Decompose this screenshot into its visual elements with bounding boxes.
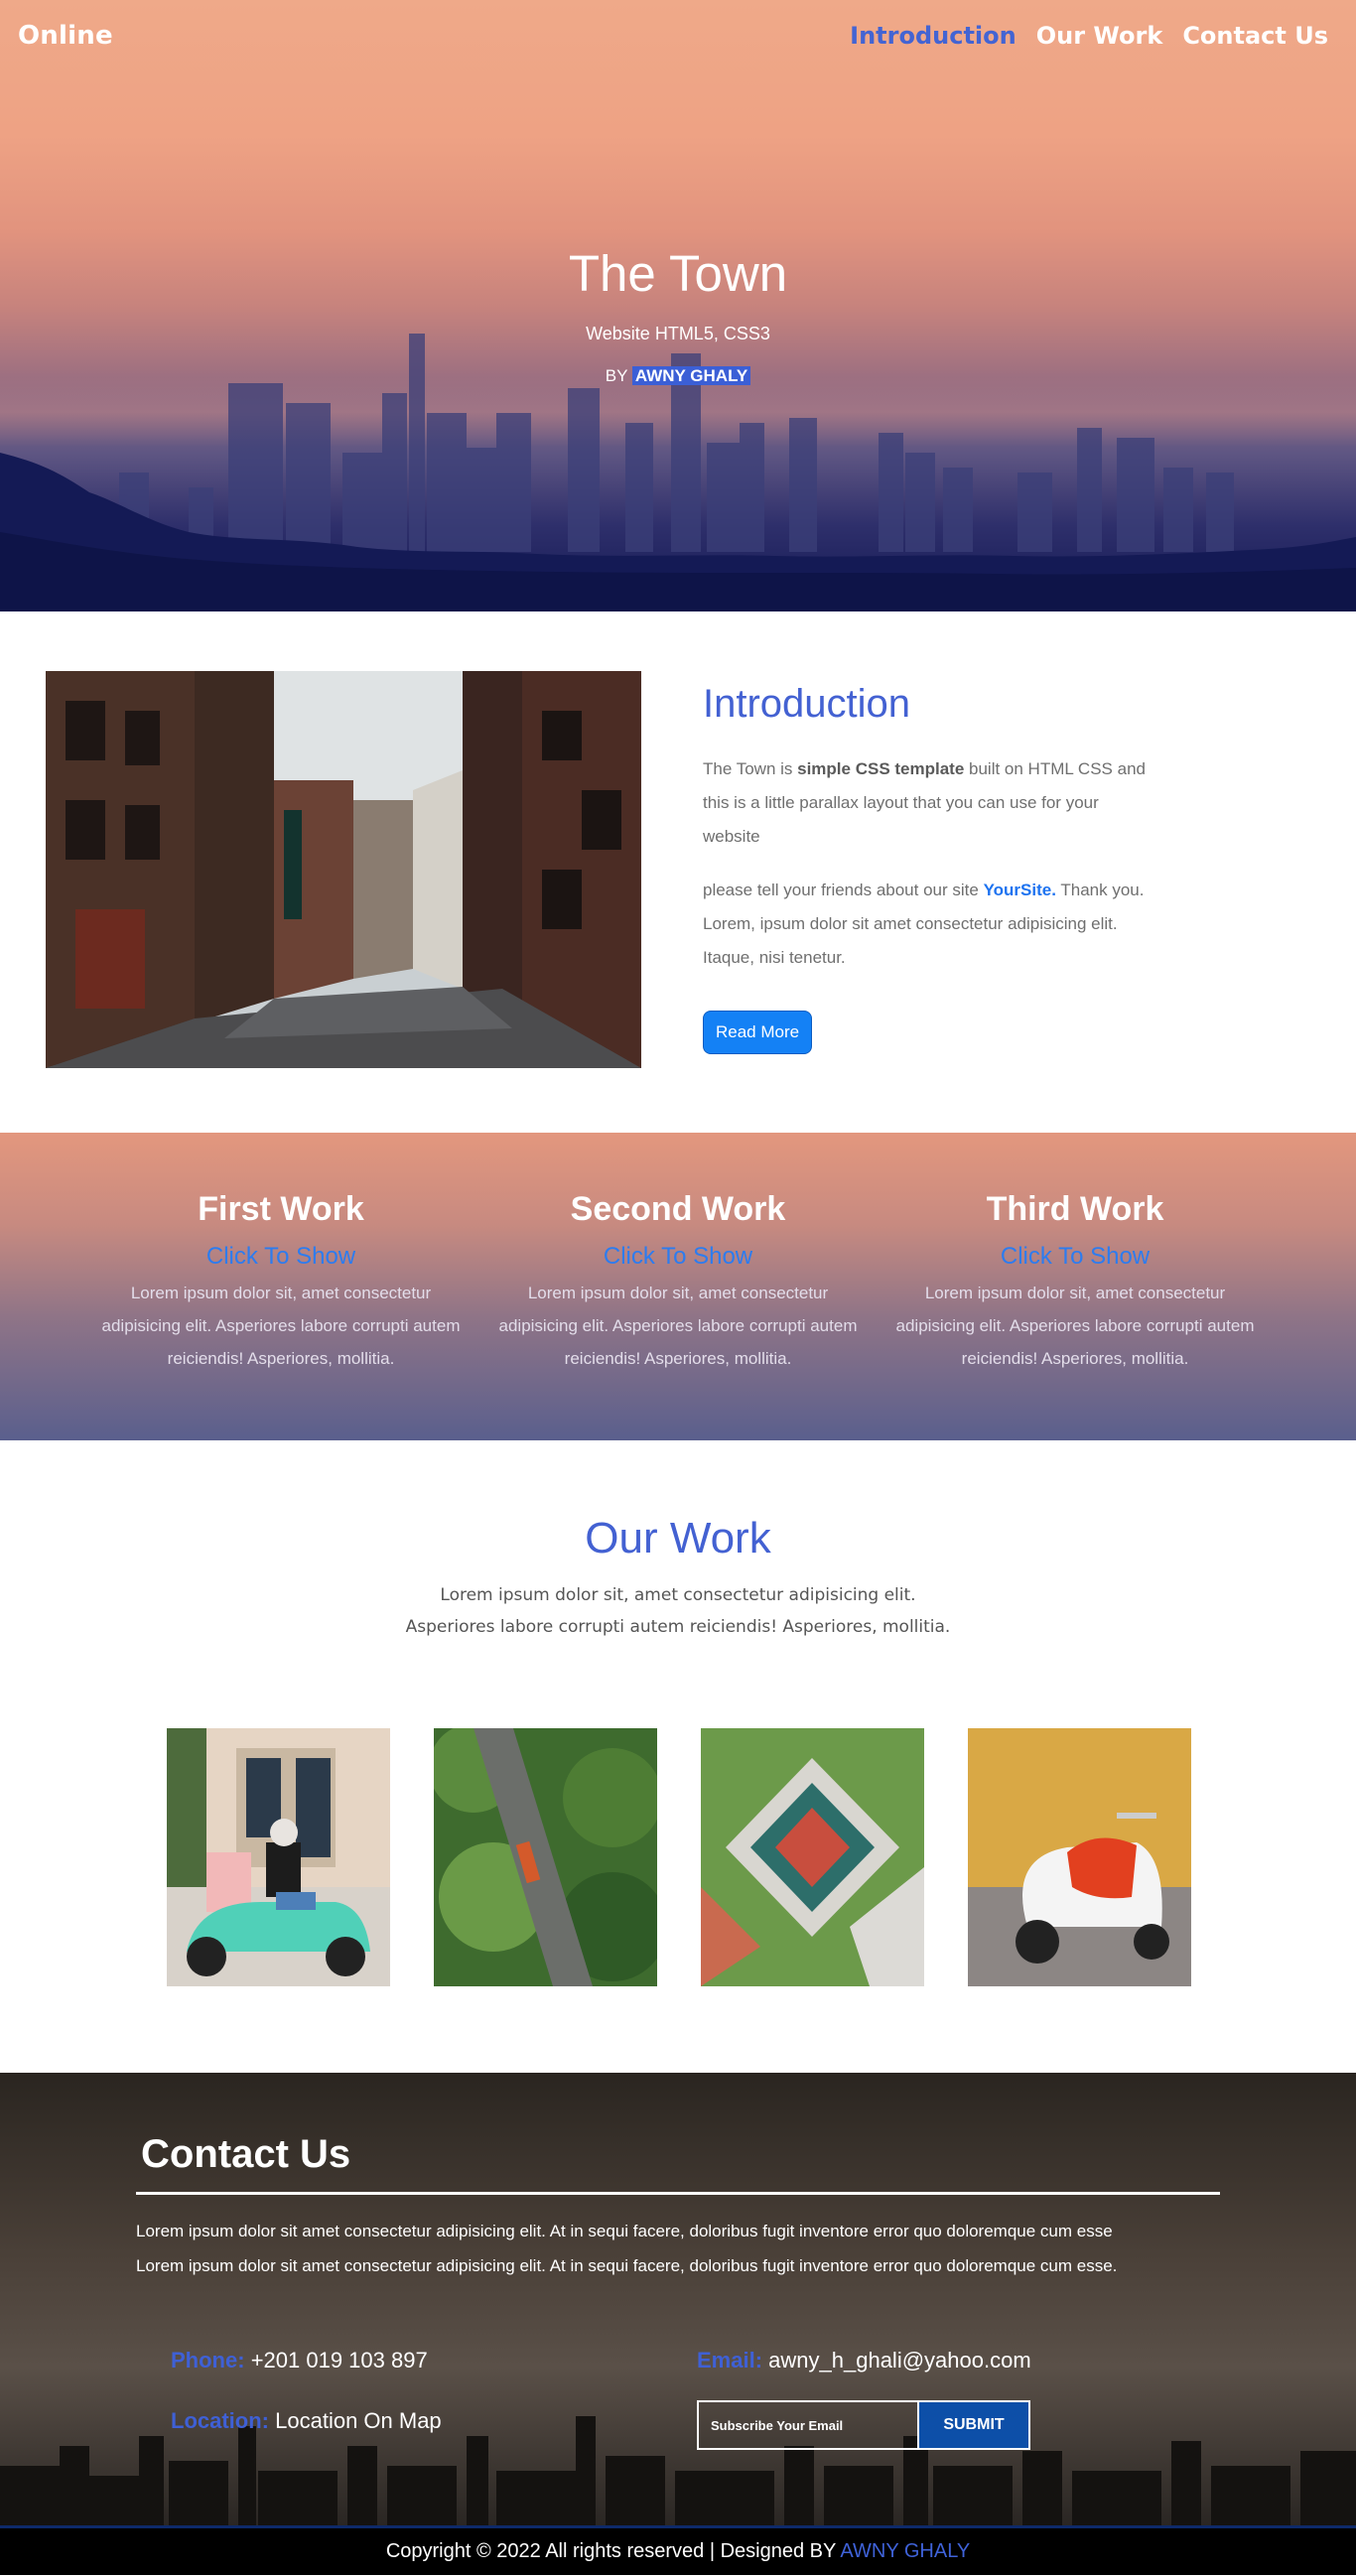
work-title: First Work [198,1190,364,1228]
intro-p1-text: The Town is [703,759,798,778]
work-card-second: Second Work Click To Show Lorem ipsum do… [479,1133,877,1440]
introduction-text: Introduction The Town is simple CSS temp… [703,679,1159,1054]
intro-paragraph-2: please tell your friends about our site … [703,874,1159,975]
hero-byline: BY AWNY GHALY [0,366,1356,386]
author-name-highlight: AWNY GHALY [631,366,751,385]
works-band: First Work Click To Show Lorem ipsum dol… [0,1133,1356,1440]
work-description: Lorem ipsum dolor sit, amet consectetur … [498,1284,858,1368]
our-work-lead: Lorem ipsum dolor sit, amet consectetur … [0,1579,1356,1643]
contact-text: Lorem ipsum dolor sit amet consectetur a… [136,2214,1238,2283]
our-work-heading: Our Work [585,1514,771,1562]
introduction-section: Introduction The Town is simple CSS temp… [0,611,1356,1133]
contact-divider [136,2192,1220,2195]
introduction-heading: Introduction [703,682,911,726]
copyright-text: Copyright © 2022 All rights reserved | D… [385,2540,841,2562]
email-value[interactable]: awny_h_ghali@yahoo.com [768,2348,1031,2373]
phone-label: Phone: [171,2348,245,2373]
hero-text-block: The Town Website HTML5, CSS3 BY AWNY GHA… [0,244,1356,386]
nav-link-introduction[interactable]: Introduction [850,22,1017,50]
click-to-show-link[interactable]: Click To Show [604,1243,752,1271]
location-link[interactable]: Location On Map [275,2408,442,2433]
submit-button[interactable]: SUBMIT [919,2402,1028,2448]
work-title: Third Work [986,1190,1164,1228]
nav-menu: Introduction Our Work Contact Us [850,22,1328,50]
work-gallery [167,1728,1191,1986]
site-logo[interactable]: Online [18,21,113,51]
street-photo [46,671,641,1068]
yoursite-link[interactable]: YourSite. [984,881,1056,899]
hero-section: Online Introduction Our Work Contact Us … [0,0,1356,611]
work-description: Lorem ipsum dolor sit, amet consectetur … [895,1284,1255,1368]
page-footer: Copyright © 2022 All rights reserved | D… [0,2525,1356,2575]
hero-title: The Town [568,245,788,302]
gallery-image-aerial-building[interactable] [701,1728,924,1986]
work-card-first: First Work Click To Show Lorem ipsum dol… [82,1133,479,1440]
street-image [46,671,641,1068]
phone-info: Phone: +201 019 103 897 [171,2348,428,2373]
intro-p2-text: please tell your friends about our site [703,881,984,899]
gallery-image-forest-road[interactable] [434,1728,657,1986]
click-to-show-link[interactable]: Click To Show [1001,1243,1150,1271]
click-to-show-link[interactable]: Click To Show [206,1243,355,1271]
contact-line-1: Lorem ipsum dolor sit amet consectetur a… [136,2222,1113,2240]
contact-section: Contact Us Lorem ipsum dolor sit amet co… [0,2073,1356,2525]
email-info: Email: awny_h_ghali@yahoo.com [697,2348,1031,2373]
phone-value[interactable]: +201 019 103 897 [251,2348,428,2373]
subscribe-form: SUBMIT [697,2400,1030,2450]
work-description: Lorem ipsum dolor sit, amet consectetur … [101,1284,461,1368]
location-label: Location: [171,2408,269,2433]
designer-link[interactable]: AWNY GHALY [840,2540,970,2562]
top-navbar: Online Introduction Our Work Contact Us [0,0,1356,71]
intro-p1-bold: simple CSS template [797,759,965,778]
work-title: Second Work [570,1190,786,1228]
email-label: Email: [697,2348,763,2373]
subscribe-email-input[interactable] [699,2402,919,2448]
contact-line-2: Lorem ipsum dolor sit amet consectetur a… [136,2256,1118,2275]
contact-heading: Contact Us [141,2132,351,2176]
gallery-image-vespa[interactable] [968,1728,1191,1986]
read-more-button[interactable]: Read More [703,1011,813,1054]
our-work-section: Our Work Lorem ipsum dolor sit, amet con… [0,1440,1356,2073]
dark-skyline-background [0,2416,1356,2525]
byline-prefix: BY [605,366,628,385]
our-work-line-1: Lorem ipsum dolor sit, amet consectetur … [440,1585,916,1605]
gallery-image-scooter-rider[interactable] [167,1728,390,1986]
work-card-third: Third Work Click To Show Lorem ipsum dol… [877,1133,1274,1440]
location-info: Location: Location On Map [171,2408,442,2434]
nav-link-contact-us[interactable]: Contact Us [1182,22,1328,50]
hero-subtitle: Website HTML5, CSS3 [586,324,770,343]
our-work-line-2: Asperiores labore corrupti autem reicien… [405,1617,951,1637]
nav-link-our-work[interactable]: Our Work [1036,22,1163,50]
intro-paragraph-1: The Town is simple CSS template built on… [703,752,1159,854]
